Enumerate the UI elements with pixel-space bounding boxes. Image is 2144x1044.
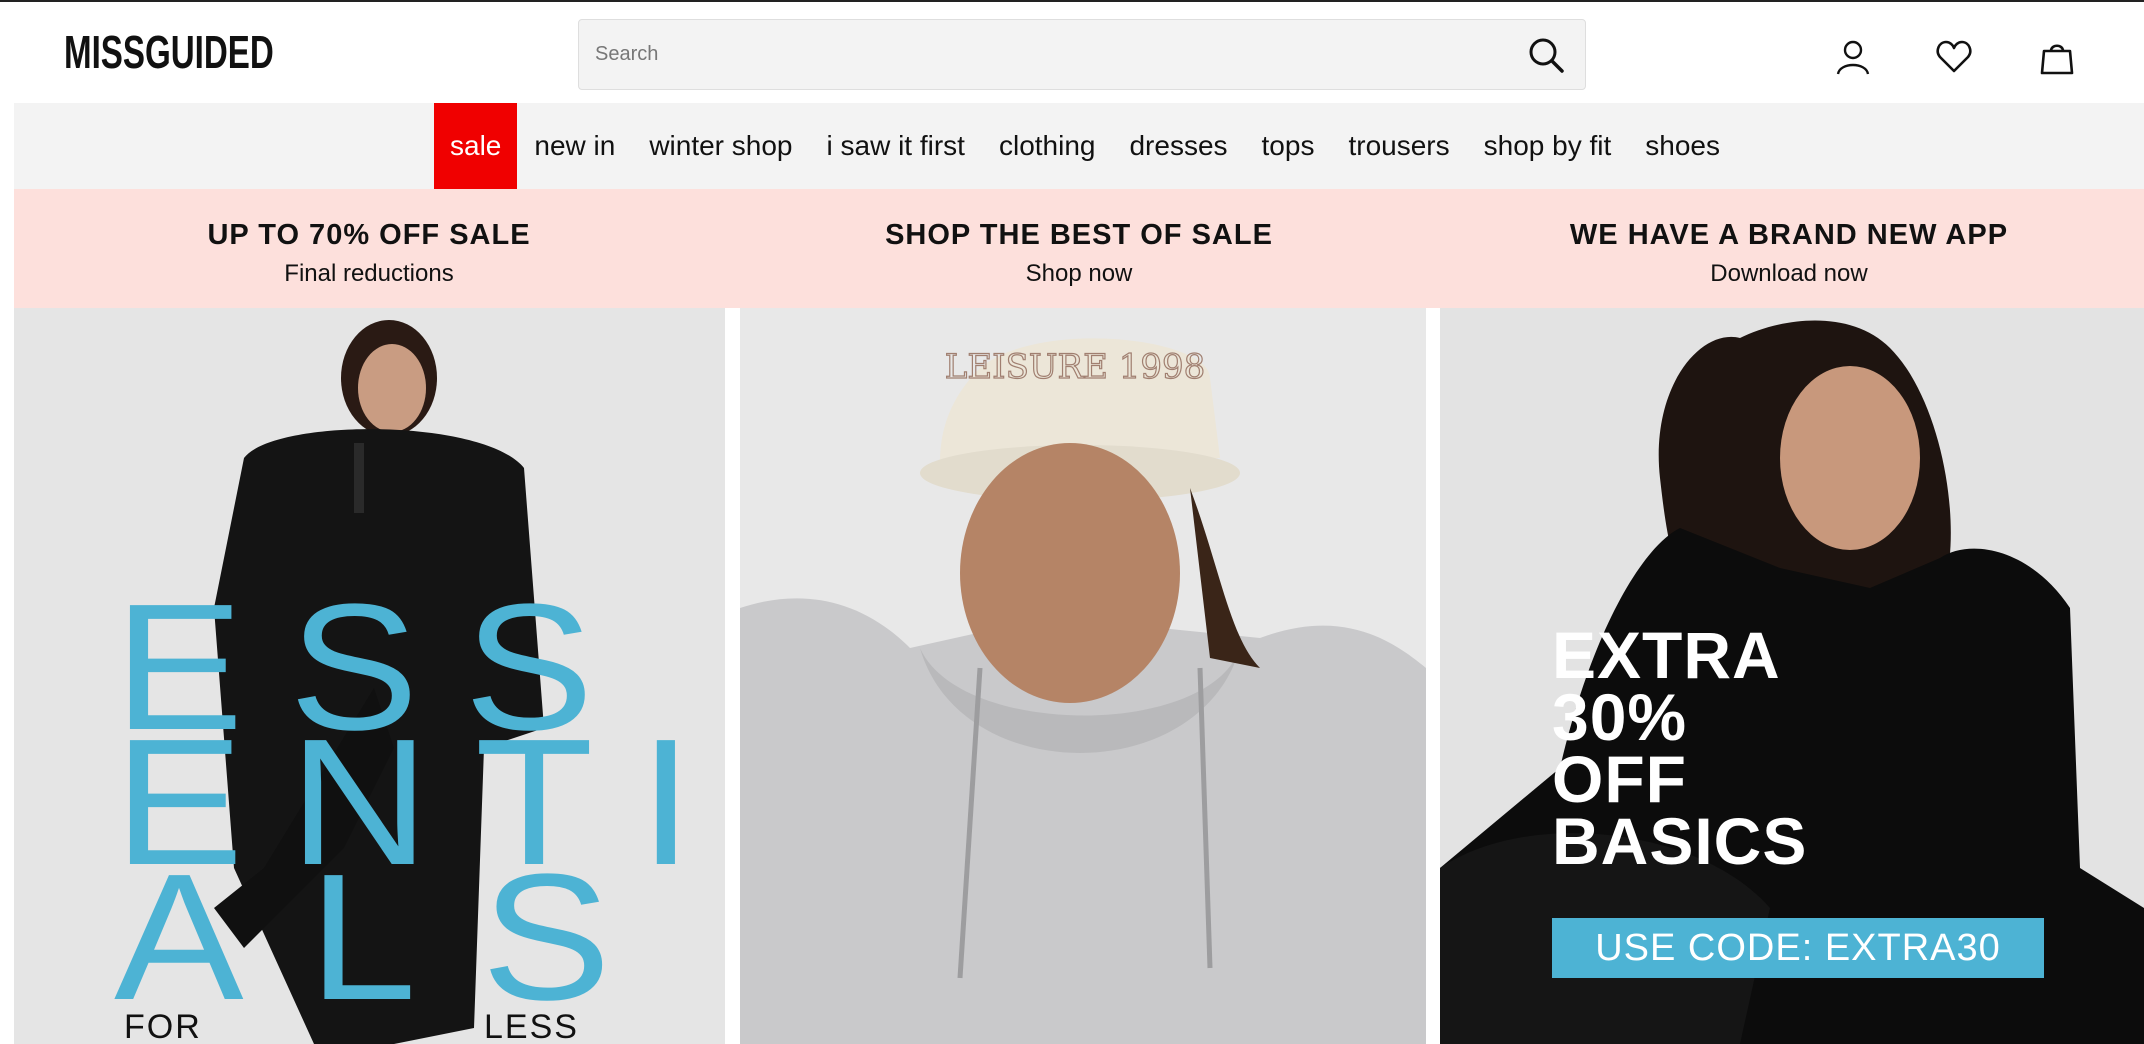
promo-title: WE HAVE A BRAND NEW APP	[1569, 219, 2009, 251]
promo-strip: UP TO 70% OFF SALE Final reductions SHOP…	[14, 189, 2144, 308]
nav-item-sale[interactable]: sale	[434, 103, 518, 189]
model-photo-grey-hoodie: LEISURE 1998	[740, 308, 1426, 1044]
essentials-tile[interactable]: ESS ENTI ALS FOR LESS	[14, 308, 725, 1044]
promo-title: SHOP THE BEST OF SALE	[885, 219, 1273, 251]
nav-item-shoes[interactable]: shoes	[1628, 103, 1737, 189]
nav-item-winter-shop[interactable]: winter shop	[632, 103, 809, 189]
grey-hoodie-tile[interactable]: LEISURE 1998	[740, 308, 1426, 1044]
wishlist-heart-icon[interactable]	[1935, 38, 1973, 76]
nav-items: sale new in winter shop i saw it first c…	[434, 103, 1737, 189]
essentials-line-3: ALS	[114, 837, 676, 1038]
main-navigation: sale new in winter shop i saw it first c…	[14, 103, 2144, 189]
account-icon[interactable]	[1834, 38, 1872, 76]
cap-logo-text: LEISURE 1998	[945, 347, 1206, 387]
extra-30-headline: EXTRA 30% OFF BASICS	[1552, 618, 1808, 878]
site-header: MISSGUIDED	[14, 2, 2144, 103]
shopping-bag-icon[interactable]	[2038, 38, 2076, 76]
nav-item-trousers[interactable]: trousers	[1331, 103, 1466, 189]
nav-item-tops[interactable]: tops	[1245, 103, 1332, 189]
promo-subtitle: Download now	[1710, 260, 1868, 287]
nav-item-shop-by-fit[interactable]: shop by fit	[1467, 103, 1629, 189]
essentials-less-text: LESS	[484, 1008, 579, 1044]
promo-sale-link[interactable]: UP TO 70% OFF SALE Final reductions	[14, 189, 724, 308]
missguided-logo[interactable]: MISSGUIDED	[64, 24, 274, 80]
promo-code-banner: USE CODE: EXTRA30	[1552, 918, 2044, 978]
promo-title: UP TO 70% OFF SALE	[207, 219, 531, 251]
essentials-for-text: FOR	[124, 1008, 202, 1044]
nav-item-dresses[interactable]: dresses	[1112, 103, 1244, 189]
search-bar	[578, 19, 1586, 90]
extra-30-off-basics-tile[interactable]: EXTRA 30% OFF BASICS USE CODE: EXTRA30	[1440, 308, 2144, 1044]
search-icon[interactable]	[1527, 36, 1565, 74]
promo-best-of-sale-link[interactable]: SHOP THE BEST OF SALE Shop now	[724, 189, 1434, 308]
nav-item-i-saw-it-first[interactable]: i saw it first	[810, 103, 982, 189]
nav-item-clothing[interactable]: clothing	[982, 103, 1113, 189]
promo-app-link[interactable]: WE HAVE A BRAND NEW APP Download now	[1434, 189, 2144, 308]
search-input[interactable]	[595, 20, 1495, 89]
promo-subtitle: Shop now	[1025, 260, 1133, 287]
hero-tiles: ESS ENTI ALS FOR LESS LEISURE 1998 EXTRA…	[14, 308, 2144, 1044]
promo-subtitle: Final reductions	[284, 260, 454, 287]
nav-item-new-in[interactable]: new in	[517, 103, 632, 189]
